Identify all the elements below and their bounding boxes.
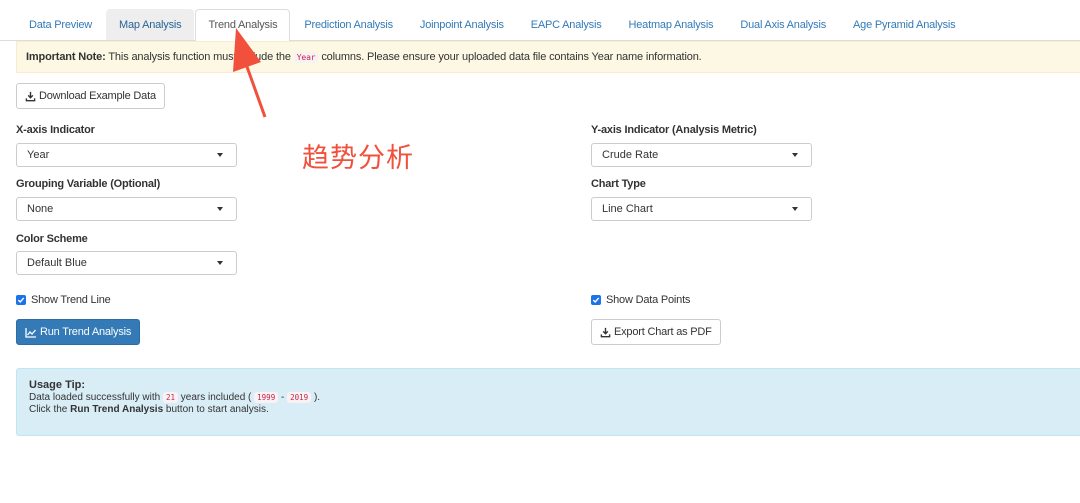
export-chart-pdf-label: Export Chart as PDF — [614, 326, 712, 338]
important-note: Important Note: This analysis function m… — [16, 41, 1080, 73]
grouping-variable-label: Grouping Variable (Optional) — [16, 178, 161, 190]
year-end-code: 2019 — [287, 391, 312, 403]
trend-analysis-page: Data Preview Map Analysis Trend Analysis… — [0, 0, 1080, 503]
tip-text: ). — [313, 391, 321, 403]
chart-type-select[interactable]: Line Chart — [591, 197, 812, 221]
usage-tip-line-1: Data loaded successfully with 21 years i… — [29, 391, 1068, 405]
tab-joinpoint-analysis[interactable]: Joinpoint Analysis — [407, 9, 517, 40]
chevron-down-icon — [217, 207, 223, 211]
tab-age-pyramid-analysis[interactable]: Age Pyramid Analysis — [840, 9, 968, 40]
run-trend-analysis-label: Run Trend Analysis — [40, 326, 132, 338]
chevron-down-icon — [792, 153, 798, 157]
tab-heatmap-analysis[interactable]: Heatmap Analysis — [616, 9, 727, 40]
year-start-code: 1999 — [254, 391, 279, 403]
x-axis-select[interactable]: Year — [16, 143, 237, 167]
download-example-label: Download Example Data — [39, 90, 156, 102]
y-axis-select[interactable]: Crude Rate — [591, 143, 812, 167]
x-axis-value: Year — [27, 149, 50, 161]
tab-data-preview[interactable]: Data Preview — [16, 9, 105, 40]
checkbox-checked-icon — [591, 295, 601, 305]
years-count-code: 21 — [162, 391, 178, 403]
note-title: Important Note: — [26, 51, 106, 63]
annotation-text: 趋势分析 — [302, 143, 414, 174]
usage-tip: Usage Tip: Data loaded successfully with… — [16, 368, 1080, 436]
tab-map-analysis[interactable]: Map Analysis — [106, 9, 195, 40]
chart-type-value: Line Chart — [602, 203, 653, 215]
chevron-down-icon — [217, 153, 223, 157]
tip-strong-text: Run Trend Analysis — [70, 404, 164, 415]
tip-text: Data loaded successfully with — [29, 391, 161, 403]
tab-prediction-analysis[interactable]: Prediction Analysis — [291, 9, 406, 40]
checkbox-checked-icon — [16, 295, 26, 305]
color-scheme-value: Default Blue — [27, 257, 87, 269]
run-trend-analysis-button[interactable]: Run Trend Analysis — [16, 319, 141, 345]
line-chart-icon — [25, 327, 37, 338]
show-data-points-label: Show Data Points — [606, 294, 691, 306]
tip-text: years included ( — [180, 391, 252, 403]
usage-tip-line-2: Click the Run Trend Analysis button to s… — [29, 404, 1068, 417]
tab-eapc-analysis[interactable]: EAPC Analysis — [518, 9, 615, 40]
show-trend-line-checkbox[interactable]: Show Trend Line — [16, 294, 111, 306]
export-chart-pdf-button[interactable]: Export Chart as PDF — [591, 319, 721, 345]
tip-text: button to start analysis. — [165, 404, 269, 415]
note-code-year: Year — [293, 52, 319, 63]
grouping-variable-select[interactable]: None — [16, 197, 237, 221]
tip-text: - — [281, 391, 285, 403]
color-scheme-select[interactable]: Default Blue — [16, 251, 237, 275]
chevron-down-icon — [217, 261, 223, 265]
chevron-down-icon — [792, 207, 798, 211]
download-icon — [600, 327, 611, 338]
y-axis-label: Y-axis Indicator (Analysis Metric) — [591, 124, 757, 136]
analysis-tabs: Data Preview Map Analysis Trend Analysis… — [0, 9, 1080, 41]
show-trend-line-label: Show Trend Line — [31, 294, 111, 306]
annotation-arrow-icon — [233, 28, 267, 118]
grouping-variable-value: None — [27, 203, 54, 215]
color-scheme-label: Color Scheme — [16, 233, 88, 245]
usage-tip-title: Usage Tip: — [29, 379, 86, 391]
chart-type-label: Chart Type — [591, 178, 646, 190]
tab-dual-axis-analysis[interactable]: Dual Axis Analysis — [727, 9, 839, 40]
y-axis-value: Crude Rate — [602, 149, 659, 161]
x-axis-label: X-axis Indicator — [16, 124, 95, 136]
download-example-button[interactable]: Download Example Data — [16, 83, 165, 109]
show-data-points-checkbox[interactable]: Show Data Points — [591, 294, 690, 306]
download-icon — [25, 91, 36, 102]
note-text-after: columns. Please ensure your uploaded dat… — [321, 51, 702, 63]
tip-text: Click the — [29, 404, 68, 415]
